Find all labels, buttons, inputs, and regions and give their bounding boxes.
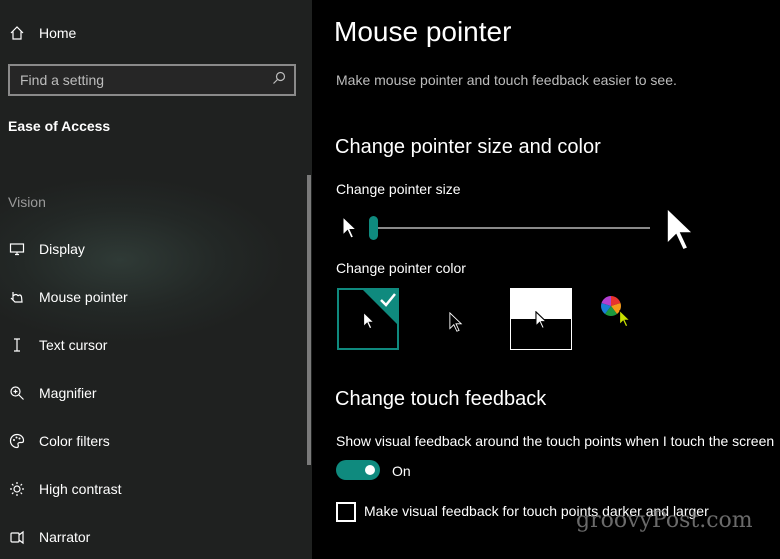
pointer-color-inverted-option[interactable] <box>510 288 572 350</box>
touch-section-heading: Change touch feedback <box>335 388 547 410</box>
sidebar-item-label: Magnifier <box>39 385 97 401</box>
sidebar-item-text-cursor[interactable]: Text cursor <box>0 333 107 357</box>
pointer-color-black-option[interactable] <box>432 288 494 350</box>
darker-feedback-checkbox[interactable] <box>336 502 356 522</box>
search-icon[interactable] <box>272 71 286 90</box>
sidebar-item-label: Display <box>39 241 85 257</box>
search-input[interactable]: Find a setting <box>8 64 296 96</box>
sidebar-item-narrator[interactable]: Narrator <box>0 525 90 549</box>
large-cursor-icon <box>665 206 697 259</box>
sidebar-section-title: Ease of Access <box>8 118 111 134</box>
text-cursor-icon <box>8 336 26 354</box>
narrator-icon <box>8 528 26 546</box>
small-cursor-icon <box>342 215 358 245</box>
pointer-size-slider-track[interactable] <box>374 227 650 229</box>
sidebar-item-label: Narrator <box>39 529 91 545</box>
sidebar-item-display[interactable]: Display <box>0 237 85 261</box>
page-title: Mouse pointer <box>334 16 512 47</box>
sidebar-item-label: Color filters <box>39 433 110 449</box>
pointer-color-white-option[interactable] <box>337 288 399 350</box>
touch-feedback-toggle[interactable] <box>336 460 380 480</box>
sidebar: Home Find a setting Ease of Access Visio… <box>0 0 312 559</box>
home-link[interactable]: Home <box>0 21 76 45</box>
sidebar-item-label: Mouse pointer <box>39 289 128 305</box>
sidebar-item-color-filters[interactable]: Color filters <box>0 429 110 453</box>
magnifier-icon <box>8 384 26 402</box>
vision-group-header: Vision <box>8 194 46 210</box>
pointer-color-label: Change pointer color <box>336 260 466 276</box>
selected-check-icon <box>361 288 399 326</box>
main-content: Mouse pointer Make mouse pointer and tou… <box>312 0 780 559</box>
pointer-section-heading: Change pointer size and color <box>335 136 601 158</box>
toggle-state-label: On <box>392 463 411 479</box>
inverted-cursor-icon <box>535 311 548 330</box>
high-contrast-icon <box>8 480 26 498</box>
black-cursor-icon <box>449 312 463 332</box>
monitor-icon <box>8 240 26 258</box>
mouse-pointer-icon <box>8 288 26 306</box>
sidebar-item-magnifier[interactable]: Magnifier <box>0 381 97 405</box>
sidebar-item-mouse-pointer[interactable]: Mouse pointer <box>0 285 128 309</box>
page-description: Make mouse pointer and touch feedback ea… <box>336 72 677 88</box>
sidebar-item-label: Text cursor <box>39 337 108 353</box>
pointer-size-slider-thumb[interactable] <box>369 216 378 240</box>
touch-feedback-label: Show visual feedback around the touch po… <box>336 433 775 449</box>
watermark: groovyPost.com <box>576 508 753 533</box>
pointer-size-label: Change pointer size <box>336 181 461 197</box>
toggle-knob <box>365 465 375 475</box>
sidebar-item-high-contrast[interactable]: High contrast <box>0 477 121 501</box>
pointer-color-custom-option[interactable] <box>594 288 656 350</box>
color-filters-icon <box>8 432 26 450</box>
custom-color-cursor-icon <box>619 310 631 327</box>
sidebar-item-label: High contrast <box>39 481 122 497</box>
home-label: Home <box>39 25 77 41</box>
sidebar-scrollbar[interactable] <box>307 175 311 465</box>
home-icon <box>8 24 26 42</box>
search-placeholder: Find a setting <box>20 72 105 88</box>
